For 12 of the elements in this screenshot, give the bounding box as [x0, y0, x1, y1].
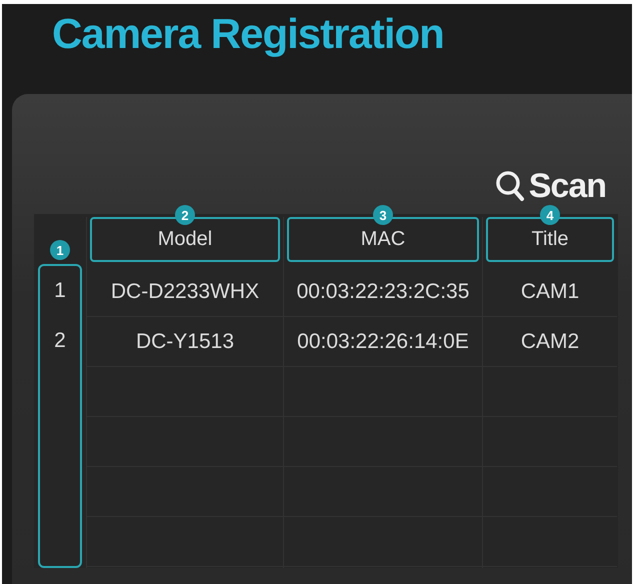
search-icon — [494, 170, 525, 202]
table-cell: 00:03:22:26:14:0E — [284, 317, 482, 367]
table-cell: DC-Y1513 — [87, 317, 283, 367]
row-number: 1 — [53, 278, 67, 304]
row-number: 2 — [53, 328, 67, 354]
number-badge: 1 — [50, 240, 70, 260]
table-cell: CAM2 — [483, 317, 617, 367]
scan-button[interactable]: Scan — [490, 164, 610, 208]
table-cell: DC-D2233WHX — [87, 267, 283, 317]
page-title: Camera Registration — [51, 9, 445, 59]
table-cell: CAM1 — [483, 267, 617, 317]
table-cell: 00:03:22:23:2C:35 — [284, 267, 482, 317]
